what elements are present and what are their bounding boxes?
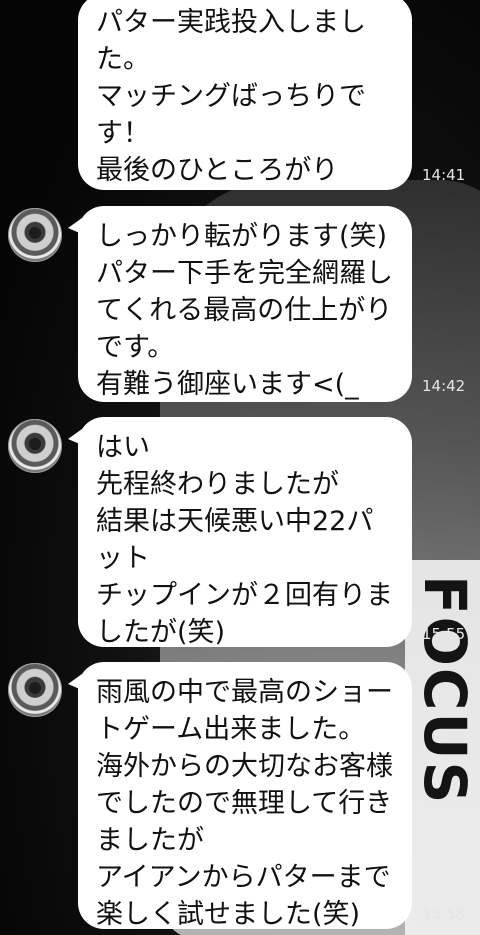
message-timestamp: 14:42 <box>422 377 466 395</box>
message-bubble[interactable]: パター実践投入しました。 マッチングばっちりです！ 最後のひところがり <box>78 0 412 190</box>
message-bubble[interactable]: しっかり転がります(笑) パター下手を完全網羅してくれる最高の仕上がりです。 有… <box>68 206 412 437</box>
message-timestamp: 15:55 <box>422 625 466 643</box>
sender-avatar[interactable] <box>8 419 62 473</box>
message-timestamp: 15:58 <box>422 905 466 923</box>
message-bubble[interactable]: 雨風の中で最高のショートゲーム出来ました。 海外からの大切なお客様でしたので無理… <box>68 662 412 930</box>
golf-bag-logo: FOCUS <box>411 575 479 806</box>
sender-avatar[interactable] <box>8 208 62 262</box>
message-bubble[interactable]: はい 先程終わりましたが 結果は天候悪い中22パット チップインが２回有りました… <box>68 417 412 648</box>
message-timestamp: 14:41 <box>422 166 466 184</box>
sender-avatar[interactable] <box>8 663 62 717</box>
